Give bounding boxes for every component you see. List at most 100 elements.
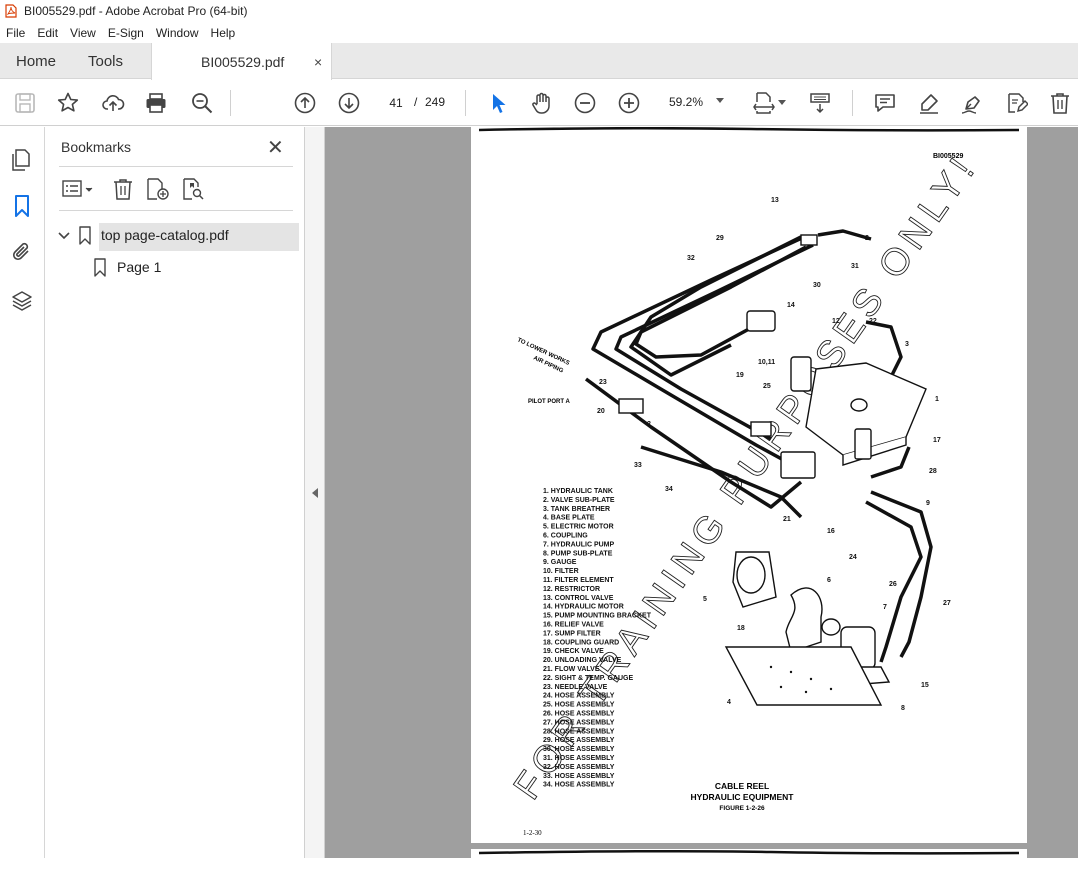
zoom-level[interactable]: 59.2% bbox=[669, 95, 703, 109]
window-title: BI005529.pdf - Adobe Acrobat Pro (64-bit… bbox=[24, 4, 248, 18]
tab-bar: Home Tools BI005529.pdf × bbox=[0, 43, 1078, 80]
bookmark-icon bbox=[93, 258, 107, 283]
title-bar: BI005529.pdf - Adobe Acrobat Pro (64-bit… bbox=[0, 0, 1078, 22]
find-bookmark-icon[interactable] bbox=[181, 177, 207, 201]
select-cursor-icon[interactable] bbox=[486, 91, 510, 115]
tab-document[interactable]: BI005529.pdf × bbox=[151, 43, 332, 80]
menu-bar: File Edit View E-Sign Window Help bbox=[0, 22, 1078, 43]
parts-list-item: 24. HOSE ASSEMBLY bbox=[543, 693, 615, 700]
bookmark-item-top[interactable]: top page-catalog.pdf bbox=[101, 227, 229, 243]
bookmark-icon bbox=[78, 226, 92, 251]
callout-2: 2 bbox=[865, 235, 869, 242]
bookmarks-close-icon[interactable]: ✕ bbox=[267, 135, 284, 160]
parts-list-item: 8. PUMP SUB-PLATE bbox=[543, 550, 613, 557]
highlight-pen-icon[interactable] bbox=[917, 91, 941, 115]
callout-3: 3 bbox=[905, 341, 909, 348]
callout-16: 16 bbox=[827, 528, 835, 535]
page-number: 1-2-30 bbox=[523, 829, 542, 837]
parts-list-item: 3. TANK BREATHER bbox=[543, 506, 610, 513]
parts-list-item: 25. HOSE ASSEMBLY bbox=[543, 702, 615, 709]
edit-pdf-icon[interactable] bbox=[1004, 91, 1030, 115]
next-page-icon[interactable] bbox=[337, 91, 361, 115]
attachment-paperclip-icon[interactable] bbox=[10, 241, 34, 265]
delete-trash-icon[interactable] bbox=[1048, 91, 1072, 115]
pilot-port: PILOT PORT A bbox=[528, 399, 570, 405]
tab-tools[interactable]: Tools bbox=[88, 43, 123, 79]
callout-33: 33 bbox=[634, 462, 642, 469]
tab-home[interactable]: Home bbox=[16, 43, 56, 79]
acrobat-pdf-icon bbox=[5, 4, 17, 18]
callout-5: 5 bbox=[703, 596, 707, 603]
menu-help[interactable]: Help bbox=[205, 26, 242, 40]
collapse-panel-icon[interactable] bbox=[312, 488, 318, 498]
callout-12: 12 bbox=[832, 318, 840, 325]
document-viewport[interactable]: BI005529 FOR TRAINING PURPOSES ONLY! TO … bbox=[325, 127, 1078, 869]
callout-26: 26 bbox=[889, 581, 897, 588]
bookmark-item-page1[interactable]: Page 1 bbox=[117, 259, 161, 275]
zoom-in-icon[interactable] bbox=[617, 91, 641, 115]
callout-2b: 2 bbox=[647, 421, 651, 428]
parts-list-item: 2. VALVE SUB-PLATE bbox=[543, 497, 615, 504]
callout-30: 30 bbox=[813, 282, 821, 289]
hand-tool-icon[interactable] bbox=[529, 91, 553, 115]
callout-4: 4 bbox=[727, 699, 731, 706]
previous-page-icon[interactable] bbox=[293, 91, 317, 115]
parts-list-item: 26. HOSE ASSEMBLY bbox=[543, 711, 615, 718]
bookmark-panel-icon[interactable] bbox=[10, 194, 34, 218]
save-icon[interactable] bbox=[13, 91, 37, 115]
bookmarks-title: Bookmarks bbox=[61, 139, 132, 155]
zoom-out-icon[interactable] bbox=[573, 91, 597, 115]
parts-list-item: 27. HOSE ASSEMBLY bbox=[543, 719, 615, 726]
callout-18: 18 bbox=[737, 625, 745, 632]
callout-1: 1 bbox=[935, 396, 939, 403]
menu-file[interactable]: File bbox=[0, 26, 31, 40]
parts-list-item: 23. NEEDLE VALVE bbox=[543, 684, 608, 691]
callout-10-11: 10,11 bbox=[758, 359, 775, 366]
parts-list-item: 33. HOSE ASSEMBLY bbox=[543, 773, 615, 780]
page-thumbnails-icon[interactable] bbox=[10, 148, 34, 172]
page-number-input[interactable]: 41 bbox=[382, 91, 410, 115]
page-separator: / bbox=[414, 95, 418, 109]
print-icon[interactable] bbox=[144, 91, 168, 115]
callout-7: 7 bbox=[883, 604, 887, 611]
parts-list-item: 15. PUMP MOUNTING BRACKET bbox=[543, 613, 652, 620]
callout-19: 19 bbox=[736, 372, 744, 379]
fit-page-icon[interactable] bbox=[752, 91, 776, 115]
new-bookmark-icon[interactable] bbox=[145, 177, 171, 201]
callout-20: 20 bbox=[597, 408, 605, 415]
sign-pen-icon[interactable] bbox=[960, 91, 984, 115]
menu-view[interactable]: View bbox=[64, 26, 102, 40]
zoom-dropdown-icon[interactable] bbox=[716, 98, 724, 103]
parts-list-item: 13. CONTROL VALVE bbox=[543, 595, 614, 602]
figure-title-2: HYDRAULIC EQUIPMENT bbox=[691, 792, 795, 802]
comment-icon[interactable] bbox=[873, 91, 897, 115]
parts-list-item: 5. ELECTRIC MOTOR bbox=[543, 524, 614, 531]
menu-esign[interactable]: E-Sign bbox=[102, 26, 150, 40]
tab-close-icon[interactable]: × bbox=[314, 54, 322, 70]
bookmarks-panel: Bookmarks ✕ top page-catalog.pdf Page 1 bbox=[45, 127, 305, 858]
callout-17: 17 bbox=[933, 437, 941, 444]
parts-list-item: 22. SIGHT & TEMP. GAUGE bbox=[543, 675, 633, 682]
page-total: 249 bbox=[425, 95, 446, 109]
parts-list-item: 19. CHECK VALVE bbox=[543, 648, 604, 655]
cloud-upload-icon[interactable] bbox=[101, 91, 125, 115]
panel-splitter[interactable] bbox=[305, 127, 325, 858]
parts-list-item: 9. GAUGE bbox=[543, 559, 577, 566]
delete-bookmark-icon[interactable] bbox=[111, 177, 135, 201]
callout-31: 31 bbox=[851, 263, 859, 270]
parts-list-item: 34. HOSE ASSEMBLY bbox=[543, 782, 615, 789]
zoom-search-icon[interactable] bbox=[190, 91, 214, 115]
fit-dropdown-icon[interactable] bbox=[778, 100, 786, 105]
main-toolbar: 41 / 249 59.2% bbox=[0, 80, 1078, 126]
menu-window[interactable]: Window bbox=[150, 26, 205, 40]
figure-caption: FIGURE 1-2-26 bbox=[719, 805, 765, 812]
parts-list-item: 4. BASE PLATE bbox=[543, 515, 595, 522]
callout-15: 15 bbox=[921, 682, 929, 689]
bookmark-options-icon[interactable] bbox=[61, 177, 97, 201]
menu-edit[interactable]: Edit bbox=[31, 26, 64, 40]
parts-list-item: 6. COUPLING bbox=[543, 533, 588, 540]
star-icon[interactable] bbox=[56, 91, 80, 115]
scroll-mode-icon[interactable] bbox=[808, 91, 832, 115]
callout-27: 27 bbox=[943, 600, 951, 607]
layers-icon[interactable] bbox=[10, 289, 34, 313]
